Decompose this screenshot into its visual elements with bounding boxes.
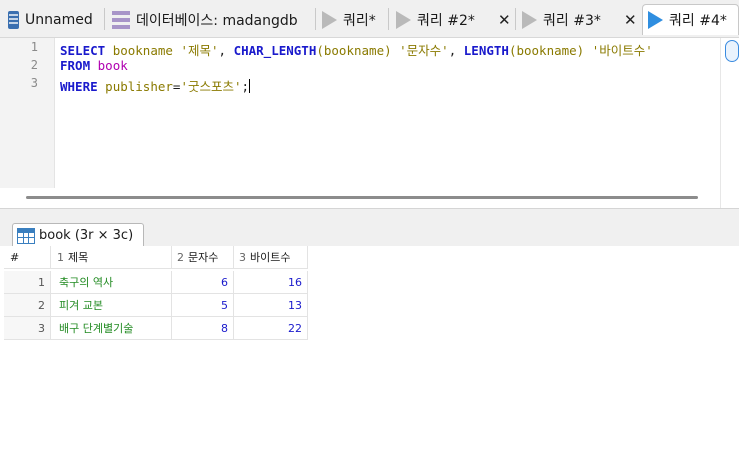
punctuation: , <box>218 43 227 58</box>
tab-query-2[interactable]: 쿼리 #2* ✕ <box>396 4 516 35</box>
code-line-2[interactable]: FROM book <box>60 58 128 73</box>
schema-icon <box>112 10 130 29</box>
keyword: WHERE <box>60 79 98 94</box>
tab-separator <box>104 8 105 30</box>
punctuation: , <box>448 43 457 58</box>
string-literal: '제목' <box>180 43 219 58</box>
horizontal-scrollbar[interactable] <box>8 194 710 201</box>
result-tab-bar: book (3r × 3c) <box>0 208 739 247</box>
database-icon <box>8 10 19 29</box>
column-header-bytes[interactable]: 3 바이트수 <box>234 246 308 269</box>
column-index: 2 <box>177 250 184 264</box>
play-icon <box>396 10 411 29</box>
vertical-scrollbar[interactable] <box>720 38 739 208</box>
keyword: SELECT <box>60 43 106 58</box>
string-literal: '바이트수' <box>591 43 653 58</box>
column-header-title[interactable]: 1 제목 <box>51 246 172 269</box>
row-number[interactable]: 2 <box>4 294 51 317</box>
tab-query-4[interactable]: 쿼리 #4* <box>642 4 739 35</box>
punctuation: ; <box>241 79 250 94</box>
column-index: 3 <box>239 250 246 264</box>
tab-separator <box>515 8 516 30</box>
column-header-chars[interactable]: 2 문자수 <box>172 246 234 269</box>
table-cell[interactable]: 축구의 역사 <box>51 271 172 294</box>
identifier: (bookname) <box>316 43 392 58</box>
column-name: 제목 <box>68 251 89 264</box>
tab-query-1[interactable]: 쿼리* <box>322 4 376 35</box>
query-tab-bar: Unnamed 데이터베이스: madangdb 쿼리* 쿼리 #2* ✕ 쿼리… <box>0 0 739 38</box>
identifier: (bookname) <box>508 43 585 58</box>
corner-label: # <box>10 250 20 264</box>
tab-label: 쿼리 #3* <box>543 12 601 29</box>
code-line-1[interactable]: SELECT bookname '제목', CHAR_LENGTH(bookna… <box>60 40 653 59</box>
tab-separator <box>388 8 389 30</box>
play-icon <box>322 10 337 29</box>
close-icon[interactable]: ✕ <box>498 11 511 29</box>
tab-query-3[interactable]: 쿼리 #3* ✕ <box>522 4 642 35</box>
table-cell[interactable]: 배구 단계별기술 <box>51 317 172 340</box>
tab-label: 쿼리* <box>343 12 376 29</box>
sql-editor[interactable]: 1 2 3 SELECT bookname '제목', CHAR_LENGTH(… <box>0 38 739 208</box>
row-number-header: # <box>4 246 51 269</box>
column-name: 문자수 <box>188 251 219 264</box>
function-name: LENGTH <box>463 43 509 58</box>
tab-separator <box>315 8 316 30</box>
tab-label: 데이터베이스: madangdb <box>136 12 298 29</box>
text-caret <box>249 79 251 93</box>
table-cell[interactable]: 13 <box>234 294 308 317</box>
result-tab-label: book (3r × 3c) <box>39 228 134 243</box>
line-number-gutter: 1 2 3 <box>0 38 55 188</box>
tab-database-madangdb[interactable]: 데이터베이스: madangdb <box>112 4 298 35</box>
row-number[interactable]: 1 <box>4 271 51 294</box>
table-cell[interactable]: 피겨 교본 <box>51 294 172 317</box>
close-icon[interactable]: ✕ <box>624 11 637 29</box>
table-grid-icon <box>17 227 35 244</box>
table-cell[interactable]: 8 <box>172 317 234 340</box>
scrollbar-thumb[interactable] <box>26 196 698 199</box>
line-number: 2 <box>30 58 38 72</box>
play-icon <box>648 11 663 29</box>
table-cell[interactable]: 16 <box>234 271 308 294</box>
column-name: 바이트수 <box>250 251 291 264</box>
identifier: bookname <box>112 43 173 58</box>
code-line-3[interactable]: WHERE publisher='굿스포츠'; <box>60 76 251 95</box>
keyword: FROM <box>60 58 91 73</box>
play-icon <box>522 10 537 29</box>
column-index: 1 <box>57 250 64 264</box>
scrollbar-thumb[interactable] <box>725 40 739 62</box>
function-name: CHAR_LENGTH <box>233 43 317 58</box>
tab-label: 쿼리 #4* <box>669 13 727 29</box>
string-literal: '굿스포츠' <box>180 79 242 94</box>
string-literal: '문자수' <box>399 43 449 58</box>
row-number[interactable]: 3 <box>4 317 51 340</box>
tab-unnamed[interactable]: Unnamed <box>8 4 93 35</box>
table-name: book <box>97 58 128 73</box>
tab-label: Unnamed <box>25 11 93 28</box>
line-number: 1 <box>30 40 38 54</box>
table-cell[interactable]: 22 <box>234 317 308 340</box>
tab-result-book[interactable]: book (3r × 3c) <box>12 223 145 247</box>
table-cell[interactable]: 6 <box>172 271 234 294</box>
table-cell[interactable]: 5 <box>172 294 234 317</box>
identifier: publisher <box>105 79 173 94</box>
tab-label: 쿼리 #2* <box>417 12 475 29</box>
line-number: 3 <box>30 76 38 90</box>
